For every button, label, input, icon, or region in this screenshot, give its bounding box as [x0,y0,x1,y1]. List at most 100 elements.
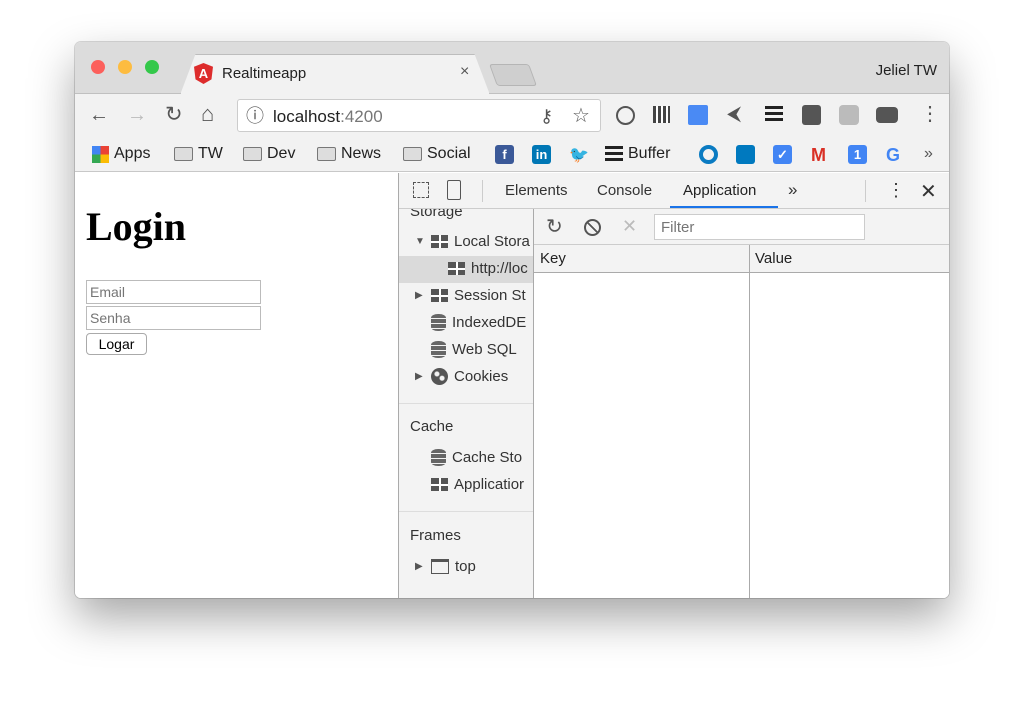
tab-elements[interactable]: Elements [505,182,568,199]
new-tab-button[interactable] [488,64,538,86]
item-label: Cache Sto [452,449,523,466]
bookmark-star-icon[interactable]: ☆ [572,106,590,126]
maximize-window-button[interactable] [145,60,159,74]
refresh-icon[interactable]: ↻ [546,217,563,237]
url-text[interactable]: localhost:4200 [273,107,383,127]
tab-application[interactable]: Application [683,182,756,199]
info-icon[interactable]: ⓘ [246,107,264,125]
page-title: Login [86,204,187,249]
clear-all-icon[interactable] [584,219,601,236]
bookmark-circle[interactable] [699,145,718,164]
sidebar-item-local-origin[interactable]: http://loc [448,260,528,277]
tab-console[interactable]: Console [597,182,652,199]
qr-code-extension-icon[interactable] [653,106,670,123]
delete-selected-icon[interactable]: ✕ [622,217,637,235]
item-label: Session St [454,287,526,304]
twitter-icon: 🐦 [569,147,589,164]
sidebar-item-local-storage[interactable]: ▼ Local Stora [415,233,530,250]
item-label: IndexedDE [452,314,527,331]
sidebar-item-application-cache[interactable]: Applicatior [431,476,524,493]
bookmark-gmail[interactable]: M [811,145,826,166]
google-icon: G [886,145,901,165]
section-frames: Frames [410,527,461,544]
application-sidebar: Storage ▼ Local Stora http://loc ▶ Session… [399,209,534,598]
section-cache: Cache [410,418,454,435]
email-input[interactable] [86,280,261,304]
bookmark-folder-social[interactable]: Social [403,145,471,163]
bookmark-buffer[interactable]: Buffer [605,145,670,163]
linkedin-icon: in [532,145,551,164]
close-window-button[interactable] [91,60,105,74]
share-extension-icon[interactable]: ⮜ [727,104,741,124]
bookmark-folder-dev[interactable]: Dev [243,145,295,163]
bookmarks-overflow-button[interactable]: » [924,145,933,163]
collapsed-arrow-icon: ▶ [415,561,423,572]
table-icon [448,262,465,275]
cookie-icon [431,368,448,385]
address-bar[interactable]: ⓘ localhost:4200 ⚷ ☆ [237,99,601,132]
calendar-icon: 1 [848,145,867,164]
sidebar-item-indexeddb[interactable]: IndexedDE [431,314,526,331]
devtools-tabbar: Elements Console Application » ⋮ ✕ [399,173,949,209]
storage-toolbar: ↻ ✕ [534,209,949,245]
devtools-menu-icon[interactable]: ⋮ [887,180,905,201]
filter-input[interactable] [654,214,865,240]
sidebar-item-cookies[interactable]: ▶ Cookies [415,368,508,385]
bookmark-label: Dev [267,145,296,162]
minimize-window-button[interactable] [118,60,132,74]
collapsed-arrow-icon: ▶ [415,290,423,301]
inspect-element-icon[interactable] [413,182,429,198]
buffer-extension-icon[interactable] [765,106,783,122]
column-divider[interactable] [749,245,750,598]
tab-title: Realtimeapp [222,65,307,82]
login-button[interactable]: Logar [86,333,147,355]
sidebar-item-top-frame[interactable]: ▶ top [415,558,476,575]
sidebar-item-websql[interactable]: Web SQL [431,341,517,358]
divider [399,511,533,512]
profile-name[interactable]: Jeliel TW [876,62,937,79]
bookmark-inbox[interactable]: ✓ [773,145,792,164]
home-icon[interactable]: ⌂ [201,103,214,125]
reload-icon[interactable]: ↻ [165,104,183,125]
youtube-extension-icon[interactable] [876,107,898,123]
key-icon[interactable]: ⚷ [540,107,553,125]
browser-window: A Realtimeapp × Jeliel TW ← → ↻ ⌂ ⓘ loca… [75,42,949,598]
bookmark-google[interactable]: G [886,145,900,166]
tab-close-icon[interactable]: × [460,63,469,81]
close-devtools-icon[interactable]: ✕ [920,179,937,204]
devtools-panel: Elements Console Application » ⋮ ✕ Stora… [398,173,949,598]
back-icon[interactable]: ← [89,105,109,125]
column-value[interactable]: Value [755,250,792,267]
title-bar: A Realtimeapp × Jeliel TW [75,42,949,94]
collapsed-arrow-icon: ▶ [415,371,423,382]
item-label: top [455,558,476,575]
password-extension-icon[interactable] [616,106,635,125]
sidebar-item-session-storage[interactable]: ▶ Session St [415,287,526,304]
forward-icon[interactable]: → [127,105,147,125]
bookmark-trello[interactable] [736,145,755,164]
extension-icon[interactable] [839,105,859,125]
translate-extension-icon[interactable] [688,105,708,125]
item-label: Applicatior [454,476,525,493]
bookmark-twitter[interactable]: 🐦 [569,145,589,165]
bookmark-apps[interactable]: Apps [92,145,150,163]
column-key[interactable]: Key [540,250,566,267]
bookmark-folder-tw[interactable]: TW [174,145,223,163]
device-toolbar-icon[interactable] [447,180,461,200]
toolbar: ← → ↻ ⌂ ⓘ localhost:4200 ⚷ ☆ ⮜ ⋮ [75,94,949,135]
lightbulb-extension-icon[interactable] [802,105,821,125]
bookmark-calendar[interactable]: 1 [848,145,867,164]
sidebar-item-cache-storage[interactable]: Cache Sto [431,449,522,466]
divider [482,180,483,202]
bookmark-linkedin[interactable]: in [532,145,551,164]
divider [865,180,866,202]
password-input[interactable] [86,306,261,330]
bookmark-folder-news[interactable]: News [317,145,381,163]
bookmark-facebook[interactable]: f [495,145,514,164]
bookmark-label: News [341,145,382,162]
bookmark-label: Apps [114,145,151,162]
apps-grid-icon [92,145,109,163]
menu-icon[interactable]: ⋮ [920,104,940,124]
more-tabs-button[interactable]: » [788,180,797,200]
bookmarks-bar: Apps TW Dev News Social f in 🐦 Buffer ✓ … [75,135,949,172]
